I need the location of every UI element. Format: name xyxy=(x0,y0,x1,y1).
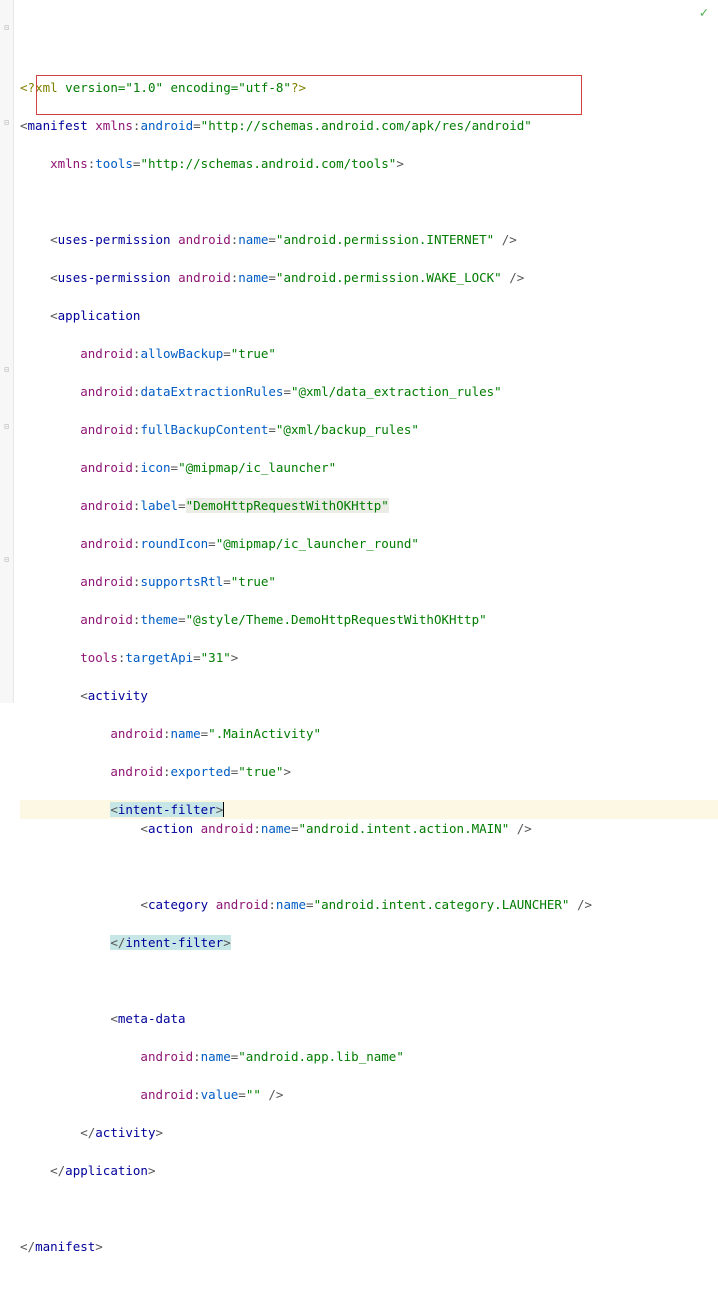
fold-toggle-icon[interactable]: ⊟ xyxy=(2,23,11,32)
fold-toggle-icon[interactable]: ⊟ xyxy=(2,118,11,127)
intent-filter-tag: intent-filter xyxy=(118,802,216,817)
manifest-tag: manifest xyxy=(28,118,88,133)
analysis-ok-icon[interactable]: ✓ xyxy=(700,4,708,23)
fold-toggle-icon[interactable]: ⊟ xyxy=(2,555,11,564)
code-editor[interactable]: ⊟ ⊟ ⊟ ⊟ ⊟ ✓ <?xml version="1.0" encoding… xyxy=(0,0,718,703)
fold-toggle-icon[interactable]: ⊟ xyxy=(2,422,11,431)
action-tag: action xyxy=(148,821,193,836)
category-tag: category xyxy=(148,897,208,912)
code-area[interactable]: ✓ <?xml version="1.0" encoding="utf-8"?>… xyxy=(14,0,718,703)
xml-decl-close: ?> xyxy=(291,80,306,95)
meta-data-tag: meta-data xyxy=(118,1011,186,1026)
activity-tag: activity xyxy=(88,688,148,703)
application-tag: application xyxy=(58,308,141,323)
text-cursor xyxy=(223,802,224,817)
xml-decl-open: <? xyxy=(20,80,35,95)
fold-toggle-icon[interactable]: ⊟ xyxy=(2,365,11,374)
xml-decl-name: xml xyxy=(35,80,58,95)
gutter: ⊟ ⊟ ⊟ ⊟ ⊟ xyxy=(0,0,14,703)
uses-permission-tag: uses-permission xyxy=(58,232,171,247)
uses-permission-tag: uses-permission xyxy=(58,270,171,285)
xml-decl-attrs: version="1.0" encoding="utf-8" xyxy=(65,80,291,95)
